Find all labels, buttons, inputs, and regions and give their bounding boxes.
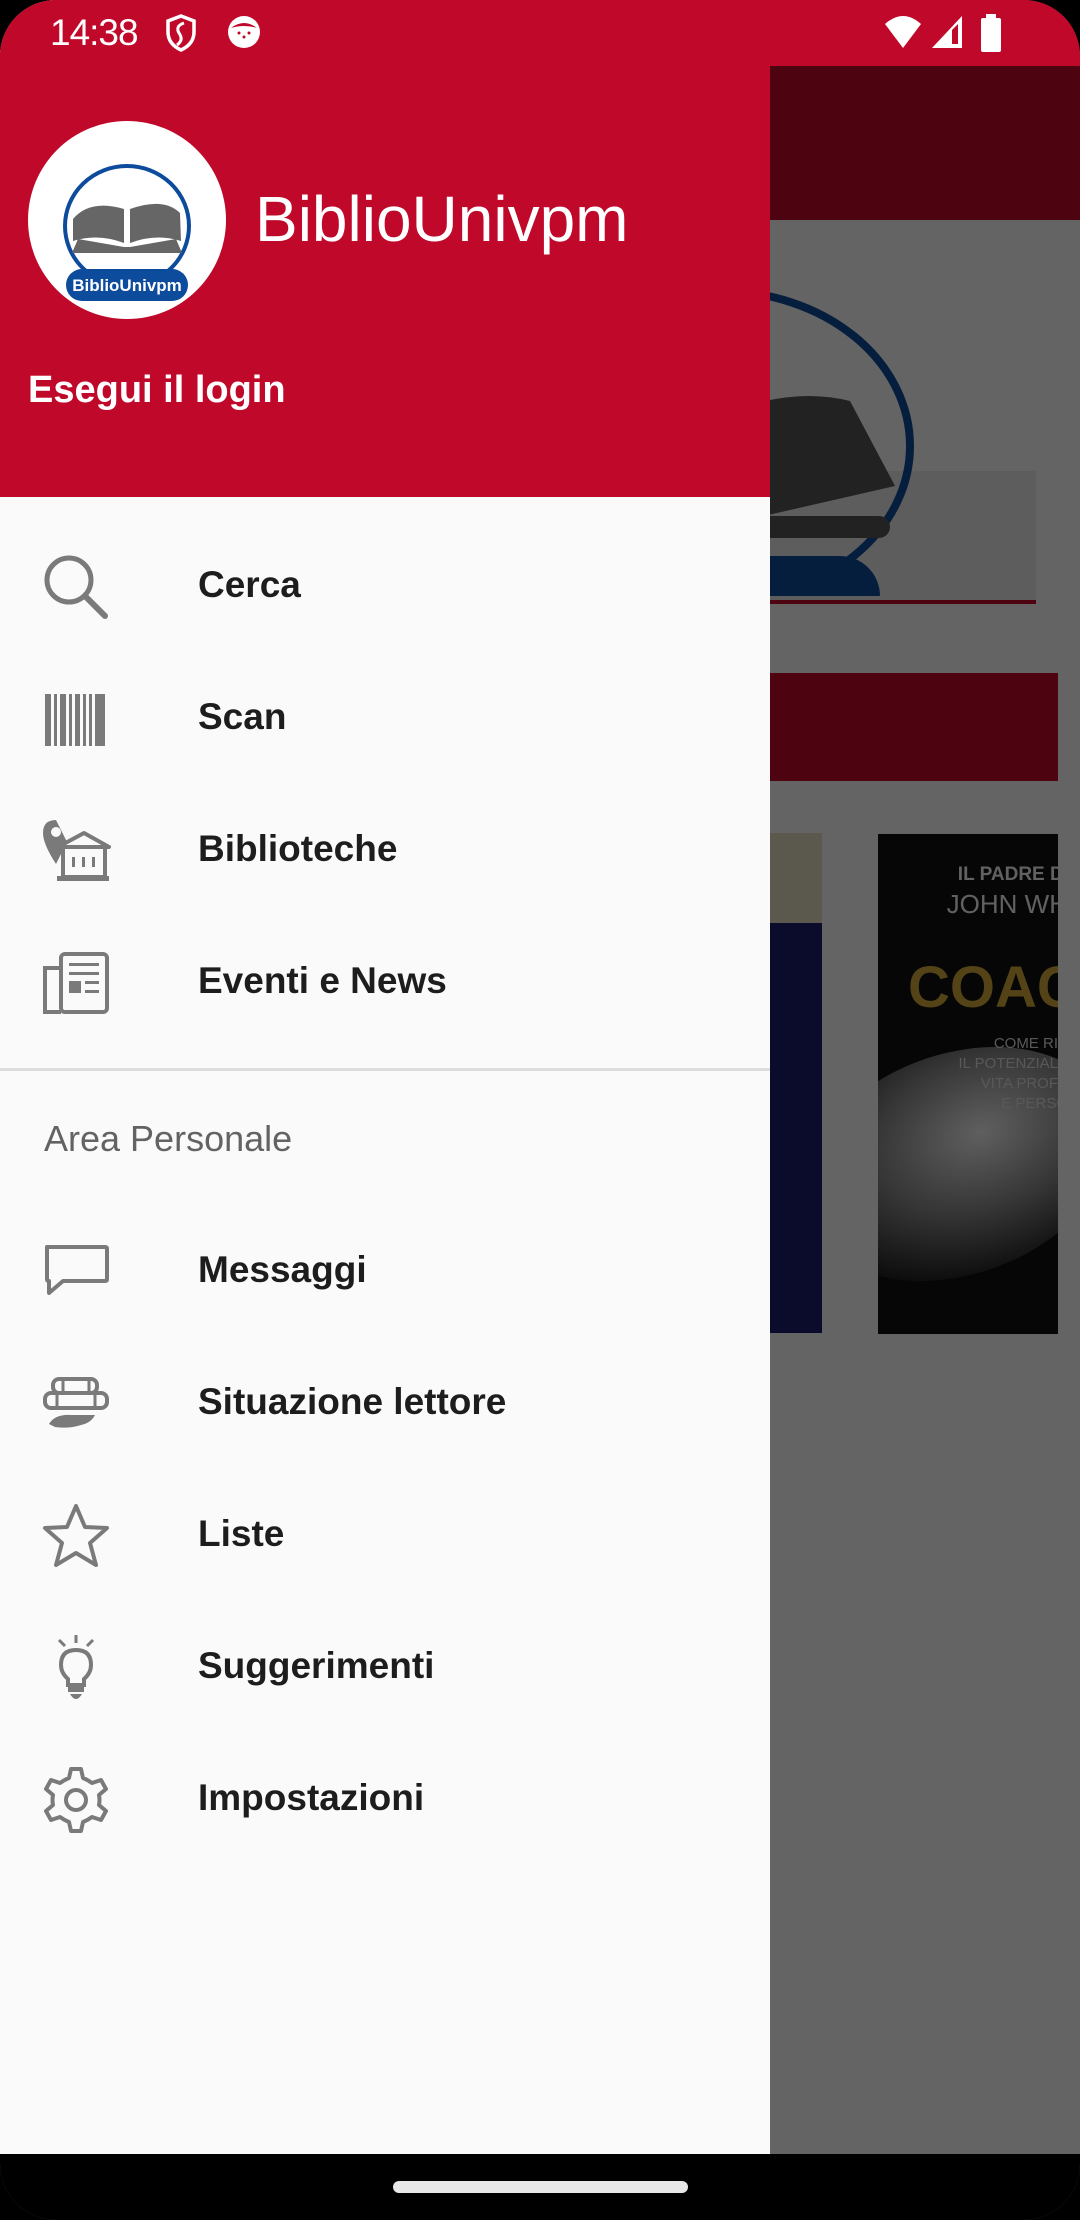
library-location-icon	[41, 816, 111, 886]
drawer-header: BiblioUnivpm BiblioUnivpm Esegui il logi…	[0, 0, 770, 497]
menu-item-messaggi[interactable]: Messaggi	[0, 1205, 770, 1337]
wifi-icon	[885, 16, 921, 48]
menu-item-cerca[interactable]: Cerca	[0, 520, 770, 652]
menu-item-suggerimenti[interactable]: Suggerimenti	[0, 1601, 770, 1733]
menu-item-eventi-news[interactable]: Eventi e News	[0, 916, 770, 1048]
battery-icon	[981, 14, 1001, 52]
menu-item-impostazioni[interactable]: Impostazioni	[0, 1733, 770, 1865]
status-time: 14:38	[50, 12, 139, 53]
lightbulb-icon	[41, 1633, 111, 1703]
signal-icon	[932, 16, 962, 48]
menu-label: Messaggi	[198, 1249, 367, 1290]
app-title: BiblioUnivpm	[255, 183, 629, 255]
menu-label: Biblioteche	[198, 828, 398, 869]
menu-label: Impostazioni	[198, 1777, 425, 1818]
app-logo-avatar: BiblioUnivpm	[28, 121, 226, 319]
biblio-logo-icon: BiblioUnivpm	[63, 164, 191, 301]
gear-icon	[41, 1765, 111, 1835]
menu-label: Situazione lettore	[198, 1381, 507, 1422]
navigation-drawer: BiblioUnivpm BiblioUnivpm Esegui il logi…	[0, 0, 770, 2154]
menu-label: Suggerimenti	[198, 1645, 435, 1686]
drawer-divider	[0, 1068, 770, 1071]
menu-label: Cerca	[198, 564, 301, 605]
section-header-area-personale: Area Personale	[44, 1118, 293, 1159]
books-hand-icon	[41, 1369, 111, 1439]
system-navigation-bar	[0, 2154, 1080, 2220]
barcode-icon	[41, 684, 111, 754]
login-link[interactable]: Esegui il login	[28, 369, 286, 412]
menu-label: Liste	[198, 1513, 285, 1554]
screen: ioUnivpm MONOGRAFIE IL PADRE DEL JOHN WH…	[0, 0, 1080, 2220]
menu-item-biblioteche[interactable]: Biblioteche	[0, 784, 770, 916]
menu-item-scan[interactable]: Scan	[0, 652, 770, 784]
search-icon	[41, 552, 111, 622]
shield-icon	[166, 14, 196, 52]
status-bar: 14:38	[0, 0, 1080, 66]
menu-label: Scan	[198, 696, 287, 737]
message-icon	[41, 1237, 111, 1307]
menu-item-liste[interactable]: Liste	[0, 1469, 770, 1601]
menu-label: Eventi e News	[198, 960, 447, 1001]
notification-app-icon	[228, 16, 260, 48]
newspaper-icon	[41, 948, 111, 1018]
star-icon	[41, 1501, 111, 1571]
home-gesture-handle[interactable]	[393, 2181, 688, 2193]
menu-item-situazione-lettore[interactable]: Situazione lettore	[0, 1337, 770, 1469]
logo-text: BiblioUnivpm	[72, 276, 182, 295]
